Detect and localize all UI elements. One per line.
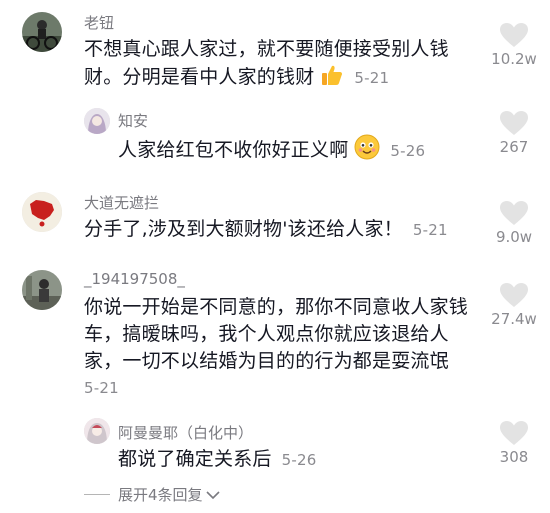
comment-text: 不想真心跟人家过，就不要随便接受别人钱 财。分明是看中人家的钱财 5-21 bbox=[84, 36, 449, 95]
avatar[interactable] bbox=[22, 270, 62, 310]
expand-replies-label: 展开4条回复 bbox=[118, 486, 203, 504]
comment-text: 你说一开始是不同意的，那你不同意收人家钱 车，搞暧昧吗，我个人观点你就应该退给人… bbox=[84, 294, 468, 402]
comment-line: 你说一开始是不同意的，那你不同意收人家钱 bbox=[84, 296, 469, 318]
heart-icon bbox=[500, 23, 528, 47]
comment-author[interactable]: 老钮 bbox=[84, 12, 114, 33]
avatar[interactable] bbox=[84, 418, 110, 444]
like-count: 308 bbox=[499, 448, 529, 466]
comment-line: 都说了确定关系后 bbox=[118, 448, 272, 470]
comment-date: 5-21 bbox=[412, 221, 448, 239]
like-button[interactable]: 27.4w bbox=[486, 282, 542, 328]
comment-author[interactable]: 阿曼曼耶（白化中） bbox=[118, 422, 253, 443]
like-count: 9.0w bbox=[495, 228, 533, 246]
comment-author[interactable]: 知安 bbox=[118, 110, 148, 131]
like-button[interactable]: 267 bbox=[486, 110, 542, 156]
comment-line: 家，一切不以结婚为目的的行为都是耍流氓 bbox=[84, 350, 449, 372]
comment-date: 5-26 bbox=[390, 142, 426, 160]
heart-icon bbox=[500, 283, 528, 307]
chevron-down-icon bbox=[205, 490, 220, 499]
avatar[interactable] bbox=[22, 192, 62, 232]
thumbs-up-emoji bbox=[320, 63, 344, 95]
comment-date: 5-21 bbox=[354, 69, 390, 87]
like-count: 267 bbox=[499, 138, 529, 156]
divider bbox=[84, 494, 110, 495]
comment-line: 人家给红包不收你好正义啊 bbox=[118, 139, 349, 161]
comment-line: 不想真心跟人家过，就不要随便接受别人钱 bbox=[84, 38, 449, 60]
comment-line: 车，搞暧昧吗，我个人观点你就应该退给人 bbox=[84, 323, 449, 345]
comment-text: 分手了,涉及到大额财物'该还给人家！ 5-21 bbox=[84, 216, 448, 244]
heart-icon bbox=[500, 111, 528, 135]
comment-author[interactable]: _194197508_ bbox=[84, 270, 185, 288]
smiling-face-emoji bbox=[354, 134, 380, 168]
like-button[interactable]: 10.2w bbox=[486, 22, 542, 68]
comment-line: 财。分明是看中人家的钱财 bbox=[84, 66, 315, 88]
comment-text: 都说了确定关系后 5-26 bbox=[118, 446, 316, 474]
comment-line-with-date: 财。分明是看中人家的钱财 5-21 bbox=[84, 63, 449, 95]
comment-date: 5-26 bbox=[281, 451, 317, 469]
expand-replies-button[interactable]: 展开4条回复 bbox=[84, 484, 220, 505]
like-button[interactable]: 308 bbox=[486, 420, 542, 466]
comment-author[interactable]: 大道无遮拦 bbox=[84, 192, 159, 213]
avatar[interactable] bbox=[84, 108, 110, 134]
like-count: 27.4w bbox=[491, 310, 537, 328]
heart-icon bbox=[500, 421, 528, 445]
comment-date: 5-21 bbox=[84, 379, 119, 397]
heart-icon bbox=[500, 201, 528, 225]
like-button[interactable]: 9.0w bbox=[486, 200, 542, 246]
avatar[interactable] bbox=[22, 12, 62, 52]
comment-line: 分手了,涉及到大额财物'该还给人家！ bbox=[84, 218, 403, 240]
comment-text: 人家给红包不收你好正义啊 5-26 bbox=[118, 134, 425, 168]
like-count: 10.2w bbox=[491, 50, 537, 68]
